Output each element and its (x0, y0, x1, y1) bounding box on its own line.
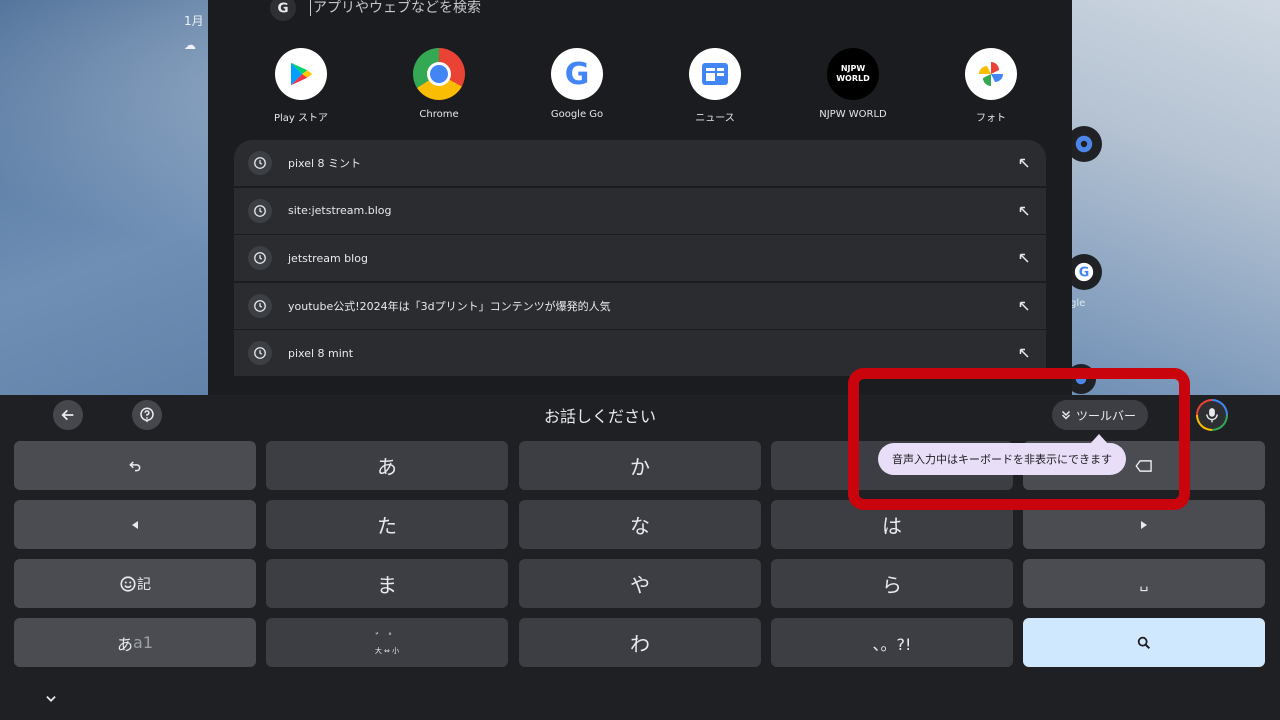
history-clock-icon (248, 246, 272, 270)
app-chrome[interactable]: Chrome (374, 48, 504, 124)
size-toggle-label: 大 ⇔ 小 (374, 647, 400, 655)
desktop-date: 1月 (184, 14, 204, 28)
chrome-icon (413, 48, 465, 100)
undo-icon (129, 460, 141, 471)
history-clock-icon (248, 198, 272, 223)
launcher-search-input[interactable] (310, 0, 710, 16)
google-g-icon: G (270, 0, 296, 21)
fill-query-arrow-icon[interactable] (1012, 246, 1036, 270)
app-label: ニュース (695, 113, 735, 124)
svg-text:G: G (565, 57, 590, 92)
recent-search-text: jetstream blog (288, 251, 368, 265)
microphone-icon (1206, 408, 1218, 423)
recent-search-item[interactable]: youtube公式!2024年は「3dプリント」コンテンツが爆発的人気 (234, 282, 1046, 329)
recent-search-item[interactable]: jetstream blog (234, 235, 1046, 281)
app-label: フォト (976, 113, 1006, 124)
screen: { "desktop": { "date_fragment": "1月", "s… (0, 0, 1280, 720)
app-photos[interactable]: フォト (926, 48, 1056, 124)
app-label: Chrome (419, 109, 459, 120)
njpw-world-icon: NJPW WORLD (827, 48, 879, 100)
fill-query-arrow-icon[interactable] (1012, 151, 1036, 175)
app-label: Play ストア (273, 113, 329, 124)
svg-text:G: G (1079, 266, 1090, 281)
smiley-icon (120, 575, 136, 592)
wallpaper-right (1072, 0, 1280, 395)
weather-cloud-icon: ☁ (184, 38, 196, 52)
app-news[interactable]: ニュース (650, 48, 780, 124)
google-go-icon: G (551, 48, 603, 100)
recent-searches: pixel 8 ミント site:jetstream.blog jetstrea (234, 140, 1046, 378)
app-label: NJPW WORLD (819, 109, 887, 120)
space-key[interactable]: ␣ (1023, 559, 1265, 608)
fill-query-arrow-icon[interactable] (1012, 294, 1036, 318)
google-photos-icon (965, 48, 1017, 100)
launcher-search-bar[interactable]: G (270, 0, 710, 21)
key-na[interactable]: な (519, 500, 761, 549)
mode-alpha-label: a1 (133, 633, 153, 652)
cursor-left-key[interactable] (14, 500, 256, 549)
recent-search-item[interactable]: site:jetstream.blog (234, 187, 1046, 234)
search-enter-key[interactable] (1023, 618, 1265, 667)
play-store-icon (275, 48, 327, 100)
chevron-down-icon (46, 696, 56, 702)
key-ra[interactable]: ら (771, 559, 1013, 608)
dakuten-label: ゛ ゜ (375, 633, 399, 644)
app-google-go[interactable]: G Google Go (512, 48, 642, 124)
key-a[interactable]: あ (266, 441, 508, 490)
microphone-button[interactable] (1196, 399, 1228, 431)
key-ma[interactable]: ま (266, 559, 508, 608)
fill-query-arrow-icon[interactable] (1012, 199, 1036, 223)
history-clock-icon (248, 293, 272, 318)
triangle-left-icon (132, 520, 138, 529)
app-njpw-world[interactable]: NJPW WORLD NJPW WORLD (788, 48, 918, 124)
recent-search-text: pixel 8 ミント (288, 157, 362, 170)
punctuation-key[interactable]: 、。?! (771, 618, 1013, 667)
red-highlight-box (848, 368, 1190, 510)
input-mode-key[interactable]: あ a1 (14, 618, 256, 667)
hide-keyboard-button[interactable] (44, 691, 60, 707)
triangle-right-icon (1141, 520, 1147, 529)
history-clock-icon (248, 151, 272, 175)
recent-search-text: youtube公式!2024年は「3dプリント」コンテンツが爆発的人気 (288, 299, 611, 313)
key-ta[interactable]: た (266, 500, 508, 549)
svg-text:G: G (277, 1, 288, 17)
search-icon (1137, 636, 1151, 649)
google-news-icon (689, 48, 741, 100)
fill-query-arrow-icon[interactable] (1012, 341, 1036, 365)
history-clock-icon (248, 341, 272, 365)
shelf-label: gle (1070, 298, 1086, 309)
recent-search-text: pixel 8 mint (288, 346, 354, 360)
undo-key[interactable] (14, 441, 256, 490)
launcher-panel: G Play ストア (208, 0, 1072, 395)
key-wa[interactable]: わ (519, 618, 761, 667)
svg-text:NJPW: NJPW (841, 64, 866, 73)
svg-text:WORLD: WORLD (836, 74, 870, 83)
app-label: Google Go (550, 109, 604, 120)
dakuten-key[interactable]: ゛ ゜ 大 ⇔ 小 (266, 618, 508, 667)
key-ya[interactable]: や (519, 559, 761, 608)
kigou-label: 記 (137, 576, 151, 593)
suggested-apps: Play ストア Chrome G Google Go ニュース NJPW WO… (236, 48, 1056, 124)
mode-kana-label: あ (117, 634, 134, 654)
recent-search-item[interactable]: pixel 8 ミント (234, 140, 1046, 186)
key-ka[interactable]: か (519, 441, 761, 490)
recent-search-text: site:jetstream.blog (288, 204, 392, 217)
emoji-symbol-key[interactable]: 記 (14, 559, 256, 608)
app-play-store[interactable]: Play ストア (236, 48, 366, 124)
